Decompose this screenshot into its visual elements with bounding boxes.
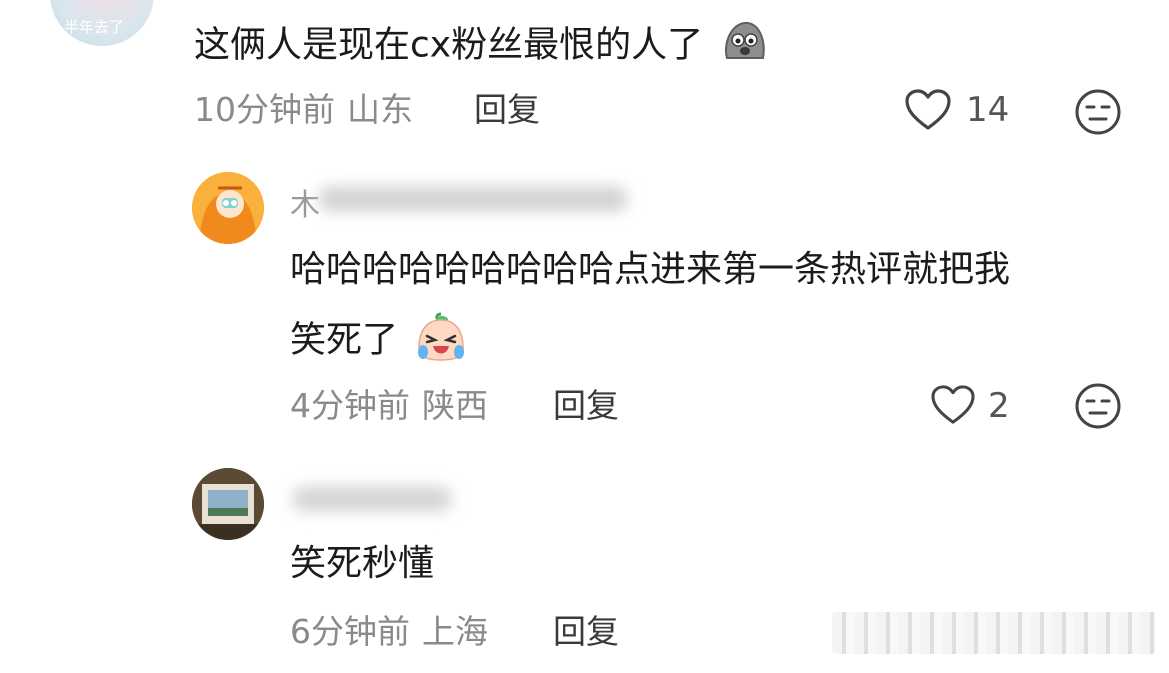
reply-location: 上海 bbox=[422, 612, 488, 651]
avatar-reply1[interactable] bbox=[192, 172, 264, 244]
reply-time: 6分钟前 bbox=[290, 612, 410, 651]
username-blurred bbox=[292, 486, 452, 512]
avatar-image bbox=[192, 468, 264, 540]
avatar-overlay-text: 半年去了 bbox=[64, 18, 125, 36]
reply-text-line1: 哈哈哈哈哈哈哈哈哈点进来第一条热评就把我 bbox=[290, 249, 1011, 290]
reply-text-line2-content: 笑死了 bbox=[290, 319, 399, 361]
comment-meta: 10分钟前 山东 bbox=[194, 90, 413, 130]
comment-text-content: 这俩人是现在cx粉丝最恨的人了 bbox=[194, 24, 704, 66]
watermark bbox=[832, 612, 1156, 654]
reply-location: 陕西 bbox=[422, 386, 488, 425]
dislike-button[interactable] bbox=[1074, 382, 1122, 434]
doge-sticker-icon bbox=[719, 18, 769, 75]
avatar-reply2[interactable] bbox=[192, 468, 264, 540]
reply-button[interactable]: 回复 bbox=[553, 612, 619, 652]
crying-laughing-sticker-icon bbox=[413, 310, 469, 373]
like-count: 14 bbox=[966, 90, 1010, 130]
comment-time: 10分钟前 bbox=[194, 90, 335, 129]
reply-meta: 6分钟前 上海 bbox=[290, 612, 488, 652]
reply-button[interactable]: 回复 bbox=[474, 90, 540, 130]
reply-time: 4分钟前 bbox=[290, 386, 410, 425]
reply-button[interactable]: 回复 bbox=[553, 386, 619, 426]
comment-text: 这俩人是现在cx粉丝最恨的人了 bbox=[194, 18, 769, 75]
dislike-button[interactable] bbox=[1074, 88, 1122, 140]
heart-icon bbox=[904, 88, 952, 136]
like-count: 2 bbox=[988, 386, 1010, 426]
avatar-comment1[interactable]: 半年去了 bbox=[50, 0, 154, 46]
neutral-face-icon bbox=[1074, 383, 1122, 434]
reply-meta: 4分钟前 陕西 bbox=[290, 386, 488, 426]
reply-text: 笑死秒懂 bbox=[290, 543, 435, 584]
avatar-image bbox=[192, 172, 264, 244]
like-button[interactable]: 2 bbox=[930, 384, 1030, 430]
reply-text-line2: 笑死了 bbox=[290, 310, 469, 373]
reply-username: 木 bbox=[290, 180, 630, 223]
heart-icon bbox=[930, 384, 976, 430]
username-initial: 木 bbox=[290, 188, 320, 223]
neutral-face-icon bbox=[1074, 89, 1122, 140]
username-blurred bbox=[318, 186, 628, 212]
like-button[interactable]: 14 bbox=[904, 88, 1016, 134]
comment-location: 山东 bbox=[347, 90, 413, 129]
